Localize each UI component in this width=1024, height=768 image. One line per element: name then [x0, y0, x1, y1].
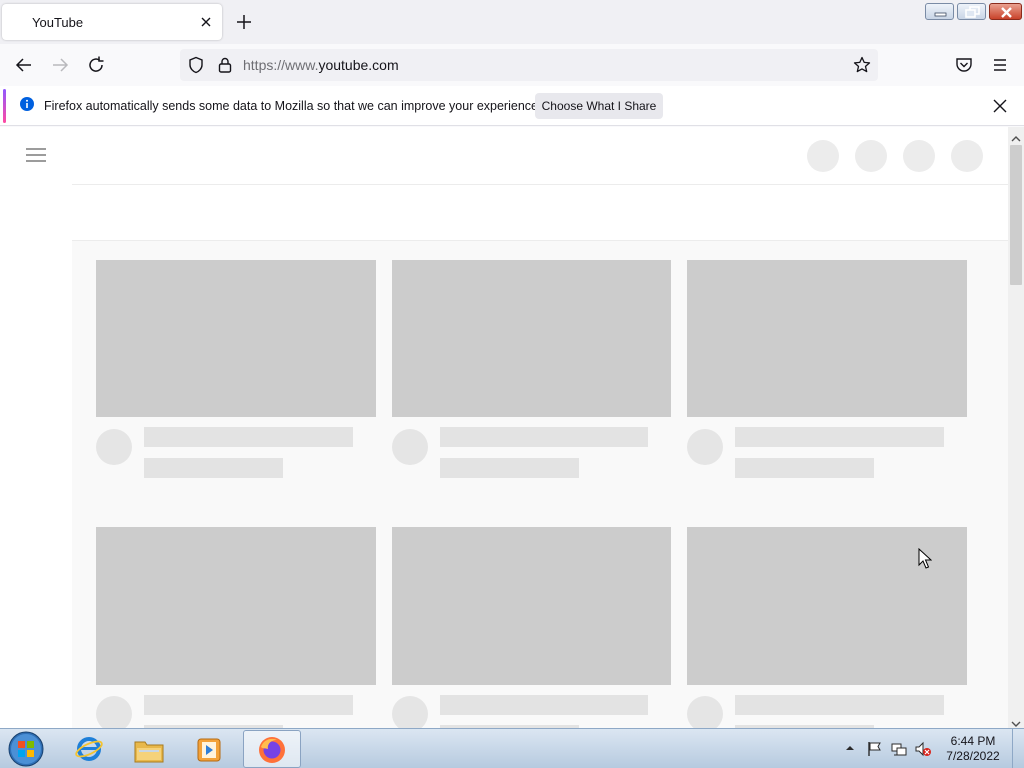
- internet-explorer-icon: [74, 735, 104, 768]
- info-icon: [19, 96, 35, 117]
- pocket-icon[interactable]: [952, 53, 976, 77]
- windows-taskbar: 6:44 PM 7/28/2022: [0, 728, 1024, 768]
- title-placeholder: [440, 695, 648, 715]
- masthead-placeholder-circle: [855, 140, 887, 172]
- notification-message: Firefox automatically sends some data to…: [44, 99, 542, 113]
- taskbar-media-player[interactable]: [180, 730, 238, 768]
- channel-avatar-placeholder: [687, 429, 723, 465]
- title-placeholder: [735, 695, 944, 715]
- mouse-cursor-icon: [918, 547, 933, 575]
- notification-close-icon[interactable]: [990, 96, 1010, 121]
- choose-what-i-share-button[interactable]: Choose What I Share: [535, 93, 663, 119]
- guide-menu-icon[interactable]: [24, 143, 48, 172]
- tab-youtube[interactable]: YouTube: [2, 4, 222, 40]
- url-text[interactable]: https://www.youtube.com: [243, 57, 399, 73]
- title-placeholder: [144, 427, 353, 447]
- tab-strip: YouTube: [0, 0, 1024, 44]
- masthead-placeholder-circle: [807, 140, 839, 172]
- meta-placeholder: [735, 458, 874, 478]
- forward-icon[interactable]: [48, 53, 72, 77]
- meta-placeholder: [144, 458, 283, 478]
- video-thumbnail-placeholder: [96, 527, 376, 685]
- masthead: [0, 127, 1008, 184]
- video-thumbnail-placeholder: [96, 260, 376, 417]
- channel-avatar-placeholder: [392, 429, 428, 465]
- new-tab-icon[interactable]: [233, 11, 255, 33]
- navigation-toolbar: https://www.youtube.com: [0, 44, 1024, 86]
- title-placeholder: [144, 695, 353, 715]
- data-collection-notification: Firefox automatically sends some data to…: [0, 86, 1024, 126]
- video-thumbnail-placeholder: [392, 260, 671, 417]
- channel-avatar-placeholder: [392, 696, 428, 728]
- youtube-page: [0, 127, 1008, 728]
- window-minimize-button[interactable]: [925, 3, 954, 20]
- system-clock[interactable]: 6:44 PM 7/28/2022: [938, 734, 1008, 764]
- start-orb-icon[interactable]: [6, 730, 46, 768]
- back-icon[interactable]: [12, 53, 36, 77]
- reload-icon[interactable]: [84, 53, 108, 77]
- page-scrollbar[interactable]: [1008, 127, 1024, 728]
- folder-icon: [133, 736, 165, 768]
- title-placeholder: [735, 427, 944, 447]
- menu-hamburger-icon[interactable]: [988, 53, 1012, 77]
- chip-bar-placeholder: [72, 184, 1008, 241]
- title-placeholder: [440, 427, 648, 447]
- video-thumbnail-placeholder: [392, 527, 671, 685]
- clock-date: 7/28/2022: [946, 749, 1000, 763]
- network-icon[interactable]: [890, 740, 908, 758]
- channel-avatar-placeholder: [96, 696, 132, 728]
- media-player-icon: [195, 736, 223, 768]
- lock-icon[interactable]: [215, 55, 235, 80]
- clock-time: 6:44 PM: [950, 734, 996, 748]
- taskbar-windows-explorer[interactable]: [120, 730, 178, 768]
- address-bar[interactable]: https://www.youtube.com: [180, 49, 878, 81]
- video-thumbnail-placeholder: [687, 260, 967, 417]
- volume-muted-icon[interactable]: [914, 740, 932, 758]
- tracking-protection-icon[interactable]: [186, 55, 206, 80]
- masthead-placeholder-circle: [951, 140, 983, 172]
- action-center-flag-icon[interactable]: [866, 740, 884, 758]
- channel-avatar-placeholder: [687, 696, 723, 728]
- notification-accent: [3, 89, 6, 123]
- window-close-button[interactable]: [989, 3, 1022, 20]
- taskbar-firefox[interactable]: [243, 730, 301, 768]
- window-restore-button[interactable]: [957, 3, 986, 20]
- tab-close-icon[interactable]: [196, 12, 216, 32]
- show-desktop-button[interactable]: [1012, 729, 1024, 768]
- masthead-placeholder-circle: [903, 140, 935, 172]
- meta-placeholder: [440, 458, 579, 478]
- firefox-icon: [257, 735, 287, 768]
- scrollbar-thumb[interactable]: [1010, 145, 1022, 285]
- channel-avatar-placeholder: [96, 429, 132, 465]
- show-hidden-icons-icon[interactable]: [843, 741, 861, 759]
- tab-title: YouTube: [32, 15, 84, 30]
- taskbar-internet-explorer[interactable]: [60, 730, 118, 768]
- bookmark-star-icon[interactable]: [852, 55, 872, 80]
